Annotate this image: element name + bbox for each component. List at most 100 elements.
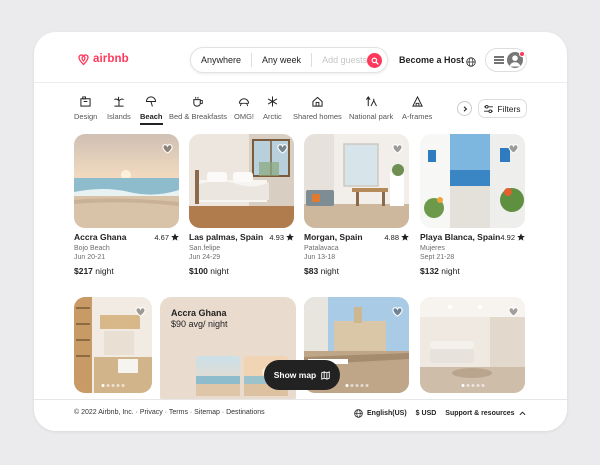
beach-icon <box>145 95 157 108</box>
promo-card[interactable]: Accra Ghana $90 avg/ night <box>160 297 296 407</box>
listing-info: Accra Ghana 4.67 Bojo Beach Jun 20-21 $2… <box>74 232 179 276</box>
filters-icon <box>484 104 494 113</box>
arctic-icon <box>267 95 278 108</box>
listing-info: Las palmas, Spain 4.93 San.felipe Jun 24… <box>189 232 294 276</box>
search-bar[interactable]: Anywhere Any week Add guests <box>190 47 388 73</box>
category-label: Islands <box>107 112 131 121</box>
listing-dates: Jun 13-18 <box>304 254 336 261</box>
header-divider <box>34 82 567 83</box>
footer: © 2022 Airbnb, Inc. · Privacy · Terms · … <box>34 399 567 431</box>
favorite-heart-icon[interactable] <box>508 304 519 322</box>
logo-text: airbnb <box>93 53 129 65</box>
search-when[interactable]: Any week <box>252 55 311 65</box>
language-selector[interactable]: English(US) <box>354 409 407 418</box>
photo-dots <box>345 384 368 387</box>
listing-location: Mujeres <box>420 245 445 252</box>
chevron-up-icon <box>519 411 526 416</box>
favorite-heart-icon[interactable] <box>162 141 173 159</box>
globe-icon <box>466 57 476 67</box>
airbnb-logo-icon <box>78 54 89 66</box>
search-where[interactable]: Anywhere <box>191 55 251 65</box>
listing-card[interactable]: Morgan, Spain 4.88 Patalavaca Jun 13-18 … <box>304 134 409 279</box>
favorite-heart-icon[interactable] <box>508 141 519 159</box>
category-label: Arctic <box>263 112 282 121</box>
search-icon <box>371 57 379 65</box>
language-globe-button[interactable] <box>466 54 476 72</box>
omg-icon <box>238 95 250 108</box>
star-icon <box>171 233 179 241</box>
category-bed-breakfasts[interactable]: Bed & Breakfasts <box>169 95 227 121</box>
category-national-park[interactable]: National park <box>349 95 393 121</box>
airbnb-logo[interactable]: airbnb <box>77 52 129 66</box>
filters-label: Filters <box>497 103 521 114</box>
language-label: English(US) <box>367 410 407 417</box>
listing-location: Bojo Beach <box>74 245 110 252</box>
photo-dots <box>101 384 125 387</box>
category-label: Bed & Breakfasts <box>169 112 227 121</box>
category-label: National park <box>349 112 394 121</box>
category-next-button[interactable] <box>457 101 472 116</box>
category-omg[interactable]: OMG! <box>234 95 254 121</box>
category-label: A-frames <box>402 112 433 121</box>
currency-selector[interactable]: $ USD <box>416 410 437 417</box>
category-label: Shared homes <box>293 112 342 121</box>
category-shared-homes[interactable]: Shared homes <box>293 95 342 121</box>
category-beach[interactable]: Beach <box>140 95 163 125</box>
category-label: Beach <box>140 112 163 121</box>
national-park-icon <box>365 95 378 108</box>
shared-homes-icon <box>312 95 323 108</box>
listing-location: San.felipe <box>189 245 221 252</box>
favorite-heart-icon[interactable] <box>392 141 403 159</box>
listing-card[interactable]: Playa Blanca, Spain 4.92 Mujeres Sept 21… <box>420 134 525 279</box>
app-window: airbnb Anywhere Any week Add guests Beco… <box>34 32 567 431</box>
promo-title: Accra Ghana <box>171 308 227 318</box>
show-map-button[interactable]: Show map <box>264 360 340 390</box>
category-a-frames[interactable]: A-frames <box>402 95 432 121</box>
category-label: Design <box>74 112 98 121</box>
category-label: OMG! <box>234 112 254 121</box>
a-frames-icon <box>411 95 423 108</box>
listing-rating: 4.67 <box>154 233 179 242</box>
star-icon <box>401 233 409 241</box>
category-fade <box>430 92 454 126</box>
listing-rating: 4.88 <box>384 233 409 242</box>
active-category-indicator <box>140 123 163 125</box>
bed-breakfast-icon <box>192 95 204 108</box>
favorite-heart-icon[interactable] <box>277 141 288 159</box>
promo-price: $90 avg/ night <box>171 319 228 329</box>
listing-rating: 4.92 <box>500 233 525 242</box>
favorite-heart-icon[interactable] <box>392 304 403 322</box>
listing-title: Accra Ghana <box>74 232 127 242</box>
listing-info: Morgan, Spain 4.88 Patalavaca Jun 13-18 … <box>304 232 409 276</box>
category-arctic[interactable]: Arctic <box>263 95 282 121</box>
support-label: Support & resources <box>445 410 515 417</box>
listing-title: Morgan, Spain <box>304 232 363 242</box>
listing-card[interactable] <box>420 297 525 393</box>
filters-button[interactable]: Filters <box>478 99 527 118</box>
listing-title: Las palmas, Spain <box>189 232 264 242</box>
footer-links[interactable]: © 2022 Airbnb, Inc. · Privacy · Terms · … <box>74 409 265 416</box>
listing-rating: 4.93 <box>269 233 294 242</box>
listing-title: Playa Blanca, Spain <box>420 232 501 242</box>
islands-icon <box>113 95 125 108</box>
favorite-heart-icon[interactable] <box>135 304 146 322</box>
listing-card[interactable]: Accra Ghana 4.67 Bojo Beach Jun 20-21 $2… <box>74 134 179 279</box>
hamburger-icon <box>494 56 504 64</box>
listing-card[interactable] <box>74 297 152 393</box>
listing-info: Playa Blanca, Spain 4.92 Mujeres Sept 21… <box>420 232 525 276</box>
support-resources-button[interactable]: Support & resources <box>445 410 526 417</box>
promo-photo <box>196 356 240 396</box>
listing-price: $83 night <box>304 266 339 276</box>
listing-dates: Sept 21-28 <box>420 254 455 261</box>
footer-settings: English(US) $ USD Support & resources <box>354 409 526 418</box>
star-icon <box>517 233 525 241</box>
category-islands[interactable]: Islands <box>107 95 131 121</box>
listing-location: Patalavaca <box>304 245 339 252</box>
show-map-label: Show map <box>273 370 317 380</box>
listing-price: $132 night <box>420 266 460 276</box>
become-host-link[interactable]: Become a Host <box>399 55 464 65</box>
globe-icon <box>354 409 363 418</box>
category-design[interactable]: Design <box>74 95 97 121</box>
search-button[interactable] <box>367 53 382 68</box>
listing-card[interactable]: Las palmas, Spain 4.93 San.felipe Jun 24… <box>189 134 294 279</box>
